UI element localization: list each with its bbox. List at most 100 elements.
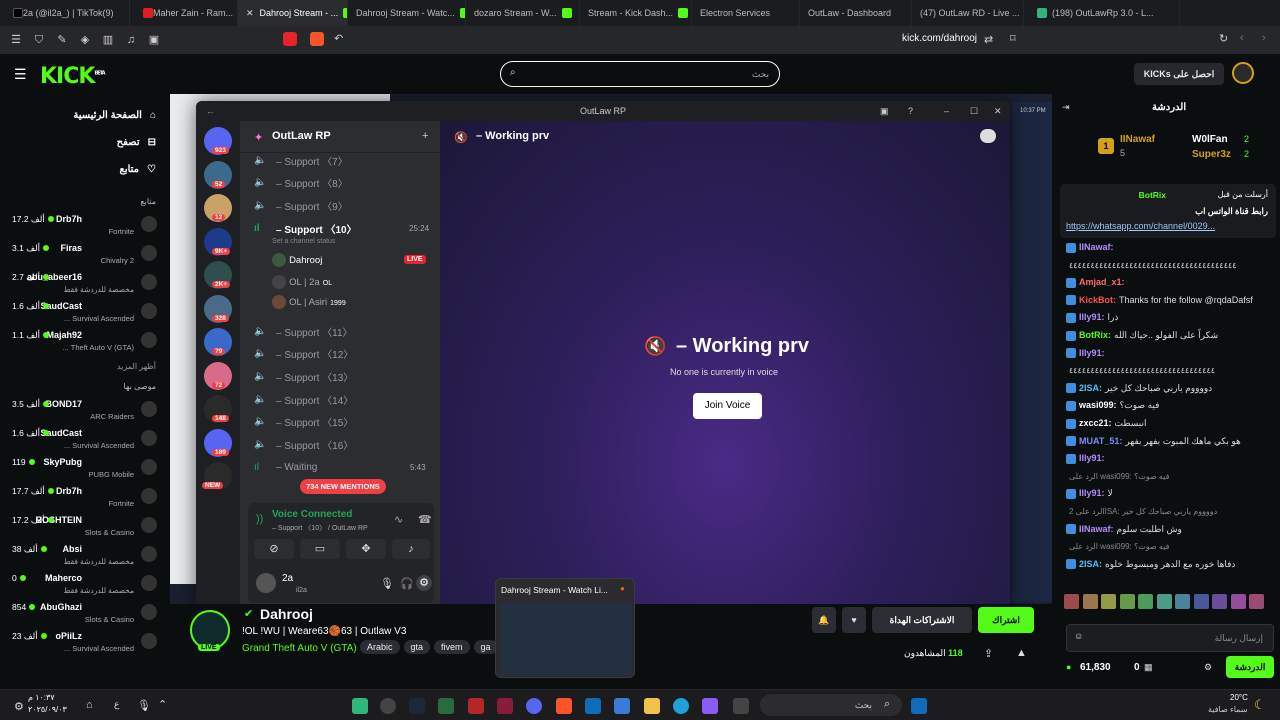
voice-channel[interactable]: 🔈 – Support 〈8〉 bbox=[254, 173, 348, 193]
copilot-icon[interactable] bbox=[702, 698, 718, 714]
voice-connected-label[interactable]: Voice Connected bbox=[272, 509, 352, 520]
get-kicks-button[interactable]: احصل على KICKs bbox=[1134, 63, 1224, 85]
headphones-icon[interactable]: 🎧 bbox=[400, 577, 414, 590]
stream-tag[interactable]: Arabic bbox=[360, 640, 400, 654]
bookmark-icon[interactable]: ⌑ bbox=[1010, 32, 1016, 45]
sidebar-channel[interactable]: BOND17 ARC Raiders 3.5 ألف bbox=[0, 396, 168, 425]
taskbar-app-icon[interactable] bbox=[468, 698, 484, 714]
user-avatar[interactable] bbox=[1232, 62, 1254, 84]
chat-message[interactable]: wasi099: فيه صوت؟ bbox=[1066, 399, 1274, 412]
windows-start-icon[interactable] bbox=[911, 698, 927, 714]
show-more-link[interactable]: أظهر المزيد bbox=[0, 356, 168, 376]
follow-heart-button[interactable]: ♥ bbox=[842, 607, 866, 633]
forward-icon[interactable]: › bbox=[1262, 32, 1266, 44]
top-gifter-name[interactable]: W0lFan bbox=[1192, 134, 1228, 145]
chat-message[interactable]: ٤٤٤٤٤٤٤٤٤٤٤٤٤٤٤٤٤٤٤٤٤٤٤٤٤٤٤٤٤٤٤٤٤٤٤٤٤٤٤ bbox=[1066, 259, 1274, 272]
subscribe-button[interactable]: اشتراك bbox=[978, 607, 1034, 633]
sidebar-channel[interactable]: Firas Chivalry 2 3.1 ألف bbox=[0, 240, 168, 269]
chat-message[interactable]: Illy91: bbox=[1066, 452, 1274, 465]
emote-icon[interactable] bbox=[1175, 594, 1190, 609]
gift-subs-button[interactable]: الاشتراكات الهداة bbox=[872, 607, 972, 633]
stream-tag[interactable]: gta bbox=[403, 640, 431, 654]
brave-shield-icon[interactable] bbox=[310, 32, 324, 46]
taskbar-search[interactable]: بحث bbox=[760, 694, 902, 716]
chat-username[interactable]: 2ISA: bbox=[1079, 383, 1102, 393]
server-header[interactable]: ✦ OutLaw RP + bbox=[240, 121, 440, 153]
steam-icon[interactable] bbox=[409, 698, 425, 714]
edge-icon[interactable] bbox=[673, 698, 689, 714]
chat-message[interactable]: BotRix: شكراً على الفولو ..حياك الله bbox=[1066, 329, 1274, 342]
taskbar-preview[interactable]: Dahrooj Stream - Watch Li... ● bbox=[495, 578, 635, 678]
tab-dahrooj-watch[interactable]: Dahrooj Stream - Watc... bbox=[348, 0, 466, 26]
disconnect-icon[interactable]: ☎ bbox=[418, 513, 432, 526]
chat-username[interactable]: KickBot: bbox=[1079, 295, 1116, 305]
clock-time[interactable]: ١٠:٣٧ م bbox=[28, 693, 55, 702]
taskbar-app-icon[interactable] bbox=[380, 698, 396, 714]
channel-status[interactable]: Set a channel status bbox=[272, 238, 335, 245]
emote-icon[interactable] bbox=[1249, 594, 1264, 609]
layers-icon[interactable]: ◈ bbox=[78, 33, 92, 47]
sidebar-channel[interactable]: Drb7h Fortnite 17.2 ألف bbox=[0, 211, 168, 240]
task-view-icon[interactable] bbox=[733, 698, 749, 714]
new-mentions-pill[interactable]: 734 NEW MENTIONS bbox=[300, 479, 386, 494]
pen-icon[interactable]: ✎ bbox=[55, 33, 69, 47]
taskbar-app-icon[interactable] bbox=[352, 698, 368, 714]
clock-date[interactable]: ٢٠٢٥/٠٩/٠٣ bbox=[28, 705, 67, 714]
taskbar-app-icon[interactable] bbox=[585, 698, 601, 714]
url-text[interactable]: kick.com/dahrooj bbox=[902, 33, 977, 44]
network-icon[interactable]: ⌂ bbox=[86, 699, 93, 711]
voice-channel[interactable]: 🔈 – Support 〈12〉 bbox=[254, 344, 353, 364]
chat-message[interactable]: Illy91: bbox=[1066, 347, 1274, 360]
chat-settings-icon[interactable]: ⚙ bbox=[1204, 662, 1212, 673]
chat-username[interactable]: Illy91: bbox=[1079, 348, 1105, 358]
voice-channel[interactable]: 🔈 – Support 〈9〉 bbox=[254, 195, 348, 215]
terminal-icon[interactable] bbox=[438, 698, 454, 714]
emoji-icon[interactable]: ☺ bbox=[1074, 631, 1083, 641]
settings-icon[interactable]: ⚙ bbox=[14, 700, 24, 713]
voice-channel[interactable]: 🔈 – Support 〈15〉 bbox=[254, 412, 353, 432]
chevron-up-icon[interactable]: ⌃ bbox=[158, 698, 167, 711]
voice-channel[interactable]: 🔈 – Support 〈11〉 bbox=[254, 321, 353, 341]
tab-dozaro[interactable]: dozaro Stream - W... bbox=[466, 0, 580, 26]
sidebar-channel[interactable]: ROSHTEIN Slots & Casino 17.2 ألف bbox=[0, 512, 168, 541]
chat-username[interactable]: BotRix: bbox=[1079, 330, 1111, 340]
tab-maher-zain[interactable]: Maher Zain - Ram... bbox=[130, 0, 238, 26]
sidebar-channel[interactable]: SaudCast Survival Ascended ... 1.6 ألف bbox=[0, 425, 168, 454]
chat-message[interactable]: 2ISA: دفاها خوره مع الدهر ومبسوط خلوه bbox=[1066, 558, 1274, 571]
tab-outlaw-dashboard[interactable]: OutLaw - Dashboard bbox=[800, 0, 912, 26]
avatar[interactable] bbox=[256, 573, 276, 593]
emote-icon[interactable] bbox=[1212, 594, 1227, 609]
chat-message[interactable]: MUAT_51: هو بكي ماهك المبوت بفهر بفهر bbox=[1066, 435, 1274, 448]
settings-gear-icon[interactable]: ⚙ bbox=[416, 575, 432, 591]
collapse-chat-icon[interactable]: ⇥ bbox=[1062, 102, 1070, 113]
chat-username[interactable]: wasi099: bbox=[1079, 400, 1117, 410]
chat-send-button[interactable]: الدردشة bbox=[1226, 656, 1274, 678]
screen-share-button[interactable]: ▭ bbox=[300, 539, 340, 559]
sidebar-channel[interactable]: abu_abeer16 مخصصة للدردشة فقط 2.7 ألف bbox=[0, 269, 168, 298]
reload-icon[interactable]: ↻ bbox=[1219, 32, 1228, 45]
menu-icon[interactable]: ☰ bbox=[9, 33, 23, 47]
tab-outlawrp[interactable]: (198) OutLawRp 3.0 - L... bbox=[1024, 0, 1180, 26]
pinned-link[interactable]: https://whatsapp.com/channel/0029... bbox=[1066, 221, 1215, 231]
close-icon[interactable]: ✕ bbox=[246, 8, 254, 19]
store-icon[interactable] bbox=[614, 698, 630, 714]
chat-username[interactable]: IINawaf: bbox=[1079, 524, 1114, 534]
noise-suppress-icon[interactable]: ∿ bbox=[394, 513, 403, 526]
pinned-message[interactable]: أرسلت من قبل BotRix رابط قناة الواتس اب … bbox=[1060, 184, 1276, 238]
chat-message[interactable]: KickBot: Thanks for the follow @rqdaDafsf bbox=[1066, 294, 1274, 307]
soundboard-button[interactable]: ♪ bbox=[392, 539, 430, 559]
chat-username[interactable]: Illy91: bbox=[1079, 488, 1105, 498]
chat-message[interactable]: 2ISA: دووووم ياربي صباحك كل خير bbox=[1066, 382, 1274, 395]
tab-view-icon[interactable]: ▣ bbox=[147, 33, 161, 47]
stream-tag[interactable]: fivem bbox=[434, 640, 470, 654]
language-indicator[interactable]: ع bbox=[114, 699, 119, 710]
chat-message[interactable]: Illy91: ذرا bbox=[1066, 311, 1274, 324]
voice-channel[interactable]: 🔈 – Support 〈7〉 bbox=[254, 150, 348, 170]
emote-icon[interactable] bbox=[1138, 594, 1153, 609]
sidebar-channel[interactable]: oPiiLz Survival Ascended ... 23 ألف bbox=[0, 628, 168, 657]
shield-icon[interactable]: ⛉ bbox=[32, 33, 46, 47]
music-icon[interactable]: ♫ bbox=[124, 33, 138, 47]
chat-message[interactable]: IINawaf: وش اطلبت سلوم bbox=[1066, 523, 1274, 536]
undo-icon[interactable]: ↶ bbox=[334, 32, 343, 45]
chat-message[interactable]: zxcc21: انبسطت bbox=[1066, 417, 1274, 430]
